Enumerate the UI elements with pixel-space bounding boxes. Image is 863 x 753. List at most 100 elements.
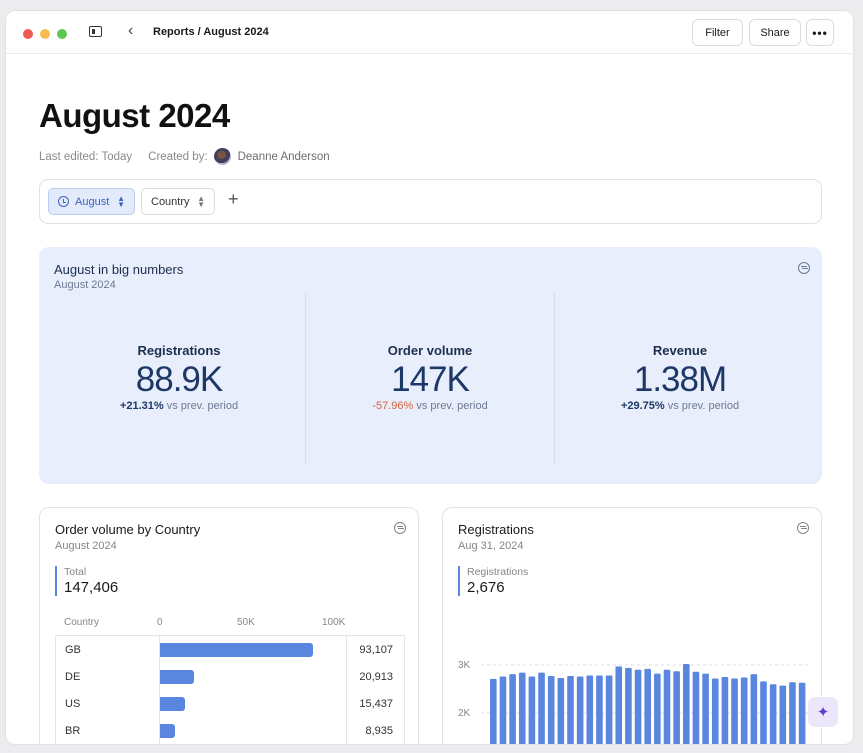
- registration-bar[interactable]: [798, 682, 806, 745]
- country-filter-chip[interactable]: Country ▲ ▼: [141, 188, 215, 215]
- axis-tick: 0: [157, 617, 163, 628]
- filter-button[interactable]: Filter: [692, 19, 743, 46]
- registrations-stat: Registrations 2,676: [458, 566, 528, 596]
- country-code: US: [65, 698, 81, 710]
- country-value: 8,935: [365, 725, 393, 737]
- kpi-change-percent: +21.31%: [119, 400, 164, 412]
- axis-tick: 50K: [237, 617, 255, 628]
- share-button[interactable]: Share: [749, 19, 801, 46]
- ai-assistant-button[interactable]: ✦: [808, 697, 838, 727]
- order-volume-card: Order volume by Country August 2024 Tota…: [39, 507, 419, 744]
- kpi-value: 147K: [391, 360, 470, 399]
- author-name[interactable]: Deanne Anderson: [238, 151, 330, 163]
- country-table: Country 0 50K 100K GB 93,107 DE 20,913 US 15,…: [55, 615, 405, 744]
- kpi-value: 1.38M: [633, 360, 727, 399]
- page-meta: Last edited: Today Created by: Deanne An…: [39, 148, 330, 165]
- sidebar-toggle-icon[interactable]: [89, 26, 102, 37]
- registration-bar[interactable]: [769, 684, 777, 745]
- country-bar: [160, 724, 175, 738]
- kpi-change-suffix: vs prev. period: [664, 400, 740, 412]
- registration-bar[interactable]: [673, 671, 680, 745]
- month-filter-chip[interactable]: August ▲ ▼: [48, 188, 135, 215]
- kpi-change: -57.96% vs prev. period: [306, 400, 554, 412]
- registration-bar[interactable]: [702, 673, 709, 745]
- registration-bar[interactable]: [683, 664, 690, 745]
- kpi-change: +21.31% vs prev. period: [54, 400, 304, 412]
- card-title: Order volume by Country: [55, 522, 201, 537]
- registration-bar[interactable]: [789, 682, 796, 745]
- registration-bar[interactable]: [528, 676, 536, 745]
- stat-value: 2,676: [467, 579, 505, 596]
- country-value: 15,437: [359, 698, 393, 710]
- registration-bar[interactable]: [538, 672, 545, 745]
- country-code: BR: [65, 725, 81, 737]
- registration-bar[interactable]: [711, 678, 719, 745]
- registration-bar[interactable]: [760, 681, 767, 745]
- created-by-label: Created by:: [148, 150, 208, 163]
- back-arrow-icon[interactable]: ‹: [128, 22, 133, 40]
- registration-bar[interactable]: [547, 676, 555, 745]
- kpi-change-percent: +29.75%: [620, 400, 665, 412]
- breadcrumb: Reports / August 2024: [153, 26, 269, 38]
- kpi-registrations: Registrations 88.9K +21.31% vs prev. per…: [54, 293, 304, 465]
- registration-bar[interactable]: [499, 676, 507, 745]
- kpi-value: 88.9K: [135, 360, 223, 399]
- registration-bar[interactable]: [615, 666, 623, 745]
- registration-bar[interactable]: [605, 675, 613, 745]
- maximize-window-button[interactable]: [57, 29, 67, 39]
- registration-bar[interactable]: [740, 677, 748, 745]
- registration-bar[interactable]: [509, 674, 516, 745]
- registration-bar[interactable]: [663, 669, 671, 745]
- total-stat: Total 147,406: [55, 566, 118, 596]
- registration-bar[interactable]: [625, 667, 632, 745]
- title-bar: ‹ Reports / August 2024 Filter Share •••: [6, 11, 853, 54]
- sparkle-icon: ✦: [816, 704, 830, 721]
- registrations-card: Registrations Aug 31, 2024 Registrations…: [442, 507, 822, 745]
- registration-bar[interactable]: [567, 676, 574, 745]
- stat-label: Registrations: [467, 566, 529, 578]
- country-bar: [160, 643, 313, 657]
- filter-icon[interactable]: [394, 522, 406, 534]
- kpi-label: Revenue: [652, 343, 708, 358]
- registration-bar[interactable]: [750, 674, 758, 745]
- registration-bar[interactable]: [576, 676, 584, 745]
- registration-bar[interactable]: [644, 668, 651, 745]
- filter-icon[interactable]: [798, 262, 810, 274]
- country-bar: [160, 697, 186, 711]
- minimize-window-button[interactable]: [40, 29, 50, 39]
- table-row[interactable]: DE 20,913: [56, 663, 404, 690]
- y-tick-label: 3K: [458, 660, 471, 671]
- table-row[interactable]: BR 8,935: [56, 717, 404, 744]
- more-options-button[interactable]: •••: [806, 19, 834, 46]
- table-row[interactable]: US 15,437: [56, 690, 404, 717]
- registration-bar[interactable]: [596, 675, 603, 745]
- add-filter-button[interactable]: +: [228, 189, 239, 210]
- table-body: GB 93,107 DE 20,913 US 15,437 BR 8,935: [55, 635, 405, 744]
- registration-bar[interactable]: [779, 685, 787, 745]
- filter-icon[interactable]: [797, 522, 809, 534]
- card-subtitle: Aug 31, 2024: [458, 540, 524, 552]
- filter-bar: August ▲ ▼ Country ▲ ▼ +: [39, 179, 822, 224]
- registration-bar[interactable]: [654, 673, 661, 745]
- card-title: Registrations: [458, 522, 534, 537]
- registration-bar[interactable]: [518, 672, 526, 745]
- kpi-change-suffix: vs prev. period: [413, 400, 488, 412]
- country-code: GB: [65, 644, 81, 656]
- kpi-change-percent: -57.96%: [372, 400, 414, 412]
- country-code: DE: [65, 671, 81, 683]
- registration-bar[interactable]: [731, 678, 738, 745]
- close-window-button[interactable]: [23, 29, 33, 39]
- panel-subtitle: August 2024: [54, 279, 116, 291]
- country-value: 20,913: [359, 671, 393, 683]
- clock-icon: [58, 196, 69, 207]
- chevron-updown-icon: ▲ ▼: [117, 193, 125, 209]
- registration-bar[interactable]: [692, 671, 700, 745]
- registration-bar[interactable]: [586, 675, 594, 745]
- table-row[interactable]: GB 93,107: [56, 636, 404, 663]
- registration-bar[interactable]: [490, 678, 497, 745]
- registration-bar[interactable]: [721, 677, 729, 745]
- month-filter-label: August: [75, 195, 110, 208]
- country-filter-label: Country: [151, 195, 190, 208]
- registration-bar[interactable]: [557, 677, 565, 745]
- registration-bar[interactable]: [634, 669, 642, 745]
